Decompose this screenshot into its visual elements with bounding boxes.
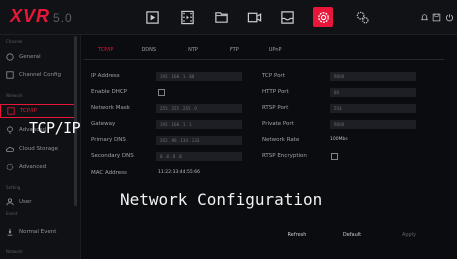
rtsp-encryption-checkbox[interactable] xyxy=(331,153,338,160)
network-rate-value: 100Mbs xyxy=(330,137,348,142)
channel-icon xyxy=(6,71,14,79)
folder-icon[interactable] xyxy=(211,7,231,27)
sidebar-group-network: Network xyxy=(6,93,23,98)
sidebar-item-cloud-storage[interactable]: Cloud Storage xyxy=(0,142,76,156)
http-port-field[interactable]: 80 xyxy=(330,88,416,97)
playback-icon[interactable] xyxy=(142,7,162,27)
sidebar-item-advanced-2[interactable]: Advanced xyxy=(0,160,76,174)
film-icon[interactable] xyxy=(177,7,197,27)
sidebar-group-event: Event xyxy=(6,211,18,216)
default-button[interactable]: Default xyxy=(328,228,376,242)
tab-bar: TCP/IP DDNS NTP FTP UPnP xyxy=(84,42,296,58)
sidebar-item-label: TCP/IP xyxy=(20,108,37,114)
mac-address-value: 11:22:33:44:55:66 xyxy=(158,170,200,175)
http-port-label: HTTP Port xyxy=(262,89,289,95)
user-icon xyxy=(6,198,14,206)
sidebar-item-label: Cloud Storage xyxy=(19,146,58,152)
tcpip-icon xyxy=(7,107,15,115)
save-icon[interactable] xyxy=(430,7,442,27)
tab-divider xyxy=(84,59,444,60)
refresh-button[interactable]: Refresh xyxy=(274,228,320,242)
storage-icon[interactable] xyxy=(277,7,297,27)
secondary-dns-label: Secondary DNS xyxy=(91,153,134,159)
general-icon xyxy=(6,53,14,61)
tab-ftp[interactable]: FTP xyxy=(212,42,253,58)
sidebar-item-general[interactable]: General xyxy=(0,50,76,64)
settings-gear-icon[interactable] xyxy=(313,7,333,27)
sidebar-item-tcpip[interactable]: TCP/IP xyxy=(0,104,76,118)
sidebar-item-label: Normal Event xyxy=(19,229,57,235)
advanced2-icon xyxy=(6,163,14,171)
sidebar-item-user[interactable]: User xyxy=(0,195,76,209)
bell-icon[interactable] xyxy=(418,7,430,27)
network-mask-field[interactable]: 255 . 255 . 255 . 0 xyxy=(156,104,242,113)
enable-dhcp-checkbox[interactable] xyxy=(158,89,165,96)
secondary-dns-field[interactable]: 8 . 8 . 8 . 8 xyxy=(156,152,242,161)
sidebar-group-setting: Setting xyxy=(6,185,21,190)
sidebar: Channel General Channel Config Network T… xyxy=(0,35,81,259)
sidebar-item-label: Advanced xyxy=(19,164,47,170)
primary-dns-field[interactable]: 202 . 96 . 134 . 133 xyxy=(156,136,242,145)
network-rate-label: Network Rate xyxy=(262,137,300,143)
sidebar-group-system: Network xyxy=(6,249,23,254)
network-mask-label: Network Mask xyxy=(91,105,130,111)
tab-ddns[interactable]: DDNS xyxy=(127,42,170,58)
network-icon[interactable] xyxy=(352,7,372,27)
tcpip-overlay-caption: TCP/IP xyxy=(29,119,81,137)
sidebar-item-channel-config[interactable]: Channel Config xyxy=(0,68,76,82)
tab-upnp[interactable]: UPnP xyxy=(253,42,296,58)
apply-button[interactable]: Apply xyxy=(384,228,434,242)
network-configuration-caption: Network Configuration xyxy=(120,190,323,209)
private-port-field[interactable]: 9000 xyxy=(330,120,416,129)
tab-ntp[interactable]: NTP xyxy=(170,42,212,58)
private-port-label: Private Port xyxy=(262,121,294,127)
mac-address-label: MAC Address xyxy=(91,170,127,176)
sidebar-item-label: User xyxy=(19,199,32,205)
top-bar: XVR 5.0 xyxy=(0,0,457,35)
ip-address-label: IP Address xyxy=(91,73,120,79)
app-logo: XVR 5.0 xyxy=(10,6,73,26)
tcp-port-label: TCP Port xyxy=(262,73,285,79)
sidebar-item-label: Channel Config xyxy=(19,72,61,78)
rtsp-encryption-label: RTSP Encryption xyxy=(262,153,307,159)
primary-dns-label: Primary DNS xyxy=(91,137,126,143)
main-panel: TCP/IP DDNS NTP FTP UPnP IP Address 192 … xyxy=(84,38,452,256)
ip-address-field[interactable]: 192 . 168 . 1 . 88 xyxy=(156,72,242,81)
sidebar-item-normal-event[interactable]: Normal Event xyxy=(0,225,76,239)
rtsp-port-field[interactable]: 554 xyxy=(330,104,416,113)
sidebar-group-channel: Channel xyxy=(6,39,23,44)
tab-tcpip[interactable]: TCP/IP xyxy=(84,42,127,58)
tcp-port-field[interactable]: 9000 xyxy=(330,72,416,81)
sidebar-item-label: General xyxy=(19,54,41,60)
gateway-label: Gateway xyxy=(91,121,116,127)
enable-dhcp-label: Enable DHCP xyxy=(91,89,128,95)
power-icon[interactable] xyxy=(443,7,455,27)
advanced-icon xyxy=(6,126,14,134)
cloud-icon xyxy=(6,145,15,153)
rtsp-port-label: RTSP Port xyxy=(262,105,289,111)
gateway-field[interactable]: 192 . 168 . 1 . 1 xyxy=(156,120,242,129)
camera-icon[interactable] xyxy=(244,7,264,27)
event-icon xyxy=(6,228,14,236)
